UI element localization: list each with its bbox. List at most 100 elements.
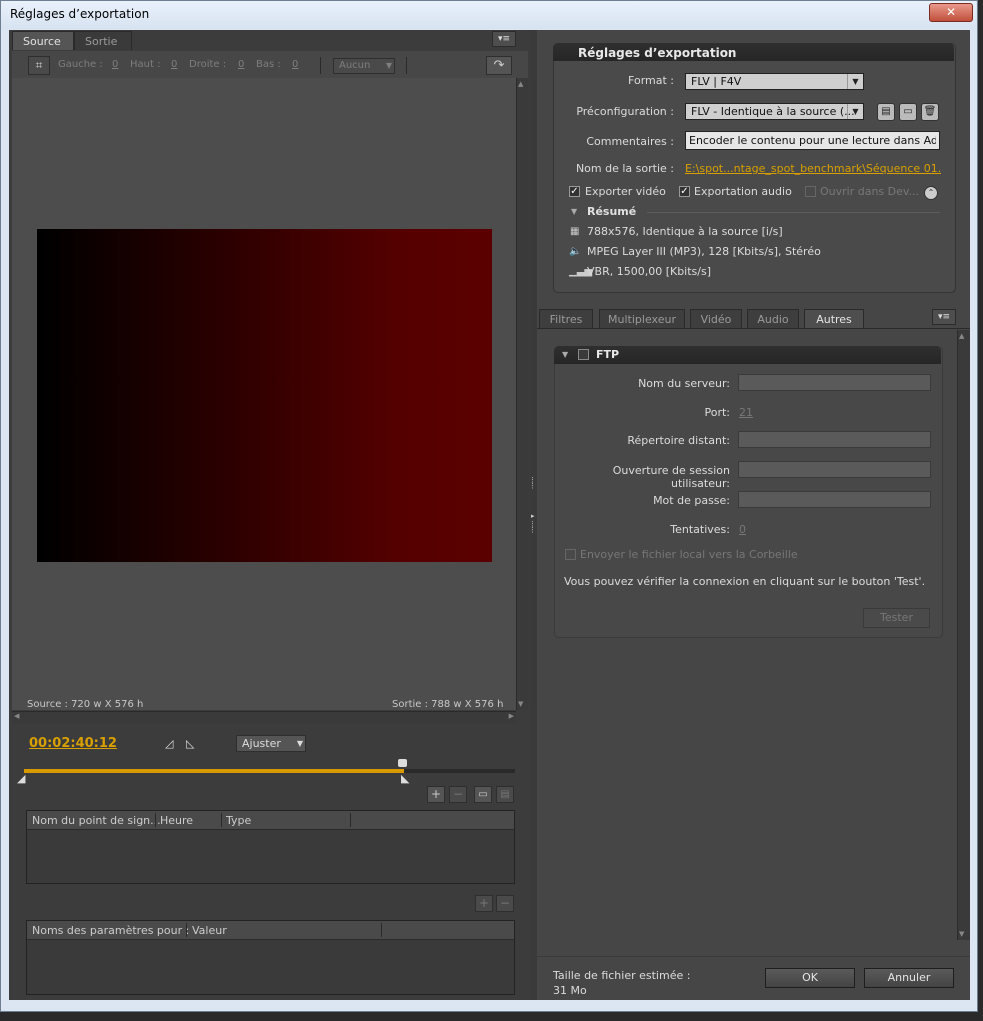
playhead[interactable] — [398, 759, 407, 767]
crop-ratio-value: Aucun — [339, 60, 371, 71]
password-input[interactable] — [738, 491, 931, 508]
crop-top-label: Haut : — [130, 59, 161, 70]
retries-value[interactable]: 0 — [739, 523, 746, 536]
work-area-bar[interactable] — [24, 769, 404, 773]
comments-input[interactable] — [685, 131, 940, 150]
export-audio-label[interactable]: Exportation audio — [694, 185, 792, 198]
column-header[interactable]: Nom du point de sign... — [32, 814, 161, 827]
tab-source[interactable]: Source — [12, 31, 74, 50]
format-dropdown[interactable]: FLV | F4V ▼ — [685, 73, 864, 90]
chevron-down-icon: ▼ — [385, 61, 392, 70]
retries-label: Tentatives: — [670, 523, 730, 536]
crop-bottom-label: Bas : — [256, 59, 281, 70]
tab-output[interactable]: Sortie — [74, 31, 132, 50]
remove-parameter-button[interactable]: − — [496, 895, 514, 912]
set-in-point-icon[interactable]: ◿ — [165, 737, 173, 750]
cancel-button[interactable]: Annuler — [864, 968, 954, 988]
tab-audio[interactable]: Audio — [747, 309, 799, 328]
crop-top-value[interactable]: 0 — [171, 59, 177, 70]
export-settings-title: Réglages d’exportation — [578, 46, 737, 60]
server-name-input[interactable] — [738, 374, 931, 391]
tab-others[interactable]: Autres — [804, 309, 864, 328]
test-button[interactable]: Tester — [863, 608, 930, 628]
column-divider — [350, 813, 351, 827]
in-point-marker[interactable]: ◢ — [17, 772, 25, 785]
add-cue-point-button[interactable]: + — [427, 786, 445, 803]
send-to-trash-checkbox[interactable] — [565, 549, 576, 560]
summary-video: 788x576, Identique à la source [i/s] — [587, 225, 783, 238]
column-header[interactable]: Heure — [160, 814, 193, 827]
disclosure-triangle-icon[interactable]: ▼ — [571, 207, 577, 216]
save-icon[interactable]: ▤ — [496, 786, 514, 803]
ok-button[interactable]: OK — [765, 968, 855, 988]
scroll-right-icon[interactable]: ▶ — [509, 712, 514, 720]
port-value[interactable]: 21 — [739, 406, 753, 419]
set-out-point-icon[interactable]: ◺ — [186, 737, 194, 750]
tab-video[interactable]: Vidéo — [690, 309, 742, 328]
save-preset-icon[interactable]: ▤ — [877, 103, 895, 121]
parameters-table: Noms des paramètres pour : Valeur — [26, 920, 515, 995]
delete-preset-icon[interactable]: 🗑 — [921, 103, 939, 121]
scroll-up-icon[interactable]: ▲ — [959, 332, 964, 340]
remote-directory-input[interactable] — [738, 431, 931, 448]
disclosure-triangle-icon[interactable]: ▼ — [562, 350, 568, 359]
format-value: FLV | F4V — [691, 75, 742, 88]
left-panel-menu-icon[interactable]: ▾≡ — [492, 31, 516, 47]
open-in-device-checkbox[interactable] — [805, 186, 816, 197]
output-size: Sortie : 788 w X 576 h — [392, 699, 504, 710]
password-label: Mot de passe: — [653, 494, 730, 507]
collapse-arrow-icon[interactable]: ▸ — [531, 512, 535, 520]
rotate-icon[interactable]: ↷ — [486, 56, 512, 75]
crop-bottom-value[interactable]: 0 — [292, 59, 298, 70]
crop-icon[interactable]: ⌗ — [28, 56, 50, 75]
scroll-left-icon[interactable]: ◀ — [14, 712, 19, 720]
crop-left-value[interactable]: 0 — [112, 59, 118, 70]
source-size: Source : 720 w X 576 h — [27, 699, 144, 710]
export-video-checkbox[interactable]: ✓ — [569, 186, 580, 197]
remote-directory-label: Répertoire distant: — [627, 434, 730, 447]
close-button[interactable]: ✕ — [929, 3, 973, 22]
column-divider — [381, 923, 382, 937]
cue-table-header: Nom du point de sign... Heure Type — [27, 811, 514, 830]
import-preset-icon[interactable]: ▭ — [899, 103, 917, 121]
export-audio-checkbox[interactable]: ✓ — [679, 186, 690, 197]
collapse-up-icon[interactable]: ⌃ — [924, 186, 938, 200]
toolbar-divider — [320, 57, 321, 74]
column-header[interactable]: Type — [226, 814, 251, 827]
settings-scrollbar[interactable]: ▲ ▼ — [957, 330, 970, 940]
send-to-trash-label: Envoyer le fichier local vers la Corbeil… — [580, 548, 798, 561]
add-parameter-button[interactable]: + — [475, 895, 493, 912]
settings-panel-menu-icon[interactable]: ▾≡ — [932, 309, 956, 325]
scroll-down-icon[interactable]: ▼ — [959, 930, 964, 938]
current-timecode[interactable]: 00:02:40:12 — [29, 736, 117, 751]
crop-right-label: Droite : — [189, 59, 227, 70]
zoom-fit-dropdown[interactable]: Ajuster ▼ — [236, 735, 306, 752]
param-table-header: Noms des paramètres pour : Valeur — [27, 921, 514, 940]
crop-ratio-dropdown[interactable]: Aucun ▼ — [333, 58, 395, 74]
user-login-label: Ouverture de session utilisateur: — [612, 464, 730, 490]
remove-cue-point-button[interactable]: − — [449, 786, 467, 803]
column-header[interactable]: Noms des paramètres pour : — [32, 924, 189, 937]
tab-filters[interactable]: Filtres — [539, 309, 593, 328]
column-header[interactable]: Valeur — [192, 924, 227, 937]
scroll-down-icon[interactable]: ▼ — [518, 700, 523, 708]
output-name-link[interactable]: E:\spot...ntage_spot_benchmark\Séquence … — [685, 162, 941, 175]
crop-right-value[interactable]: 0 — [238, 59, 244, 70]
export-video-label[interactable]: Exporter vidéo — [585, 185, 666, 198]
preview-scrollbar-h[interactable]: ◀ ▶ — [12, 711, 516, 724]
estimated-size-value: 31 Mo — [553, 984, 587, 997]
preview-scrollbar-v[interactable]: ▲ ▼ — [516, 78, 529, 710]
preset-dropdown[interactable]: FLV - Identique à la source (... ▼ — [685, 103, 864, 120]
scroll-up-icon[interactable]: ▲ — [518, 80, 523, 88]
summary-title[interactable]: Résumé — [587, 205, 636, 218]
column-divider — [186, 923, 187, 937]
folder-icon[interactable]: ▭ — [474, 786, 492, 803]
ftp-enable-checkbox[interactable] — [578, 349, 589, 360]
tab-multiplexer[interactable]: Multiplexeur — [599, 309, 685, 328]
ftp-info-text: Vous pouvez vérifier la connexion en cli… — [564, 575, 926, 588]
out-point-marker[interactable]: ◣ — [401, 772, 409, 785]
column-divider — [221, 813, 222, 827]
output-name-label: Nom de la sortie : — [575, 162, 674, 175]
user-login-input[interactable] — [738, 461, 931, 478]
estimated-size-label: Taille de fichier estimée : — [553, 969, 691, 982]
